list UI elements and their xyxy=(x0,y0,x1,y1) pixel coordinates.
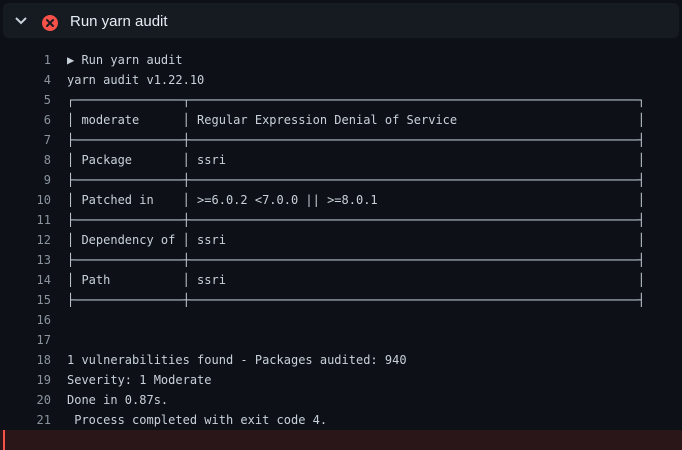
log-line: 8 │ Package │ ssri │ xyxy=(0,150,682,170)
log-line: 4 yarn audit v1.22.10 xyxy=(0,70,682,90)
log-line: 21 Process completed with exit code 4. xyxy=(0,410,682,430)
line-number[interactable]: 5 xyxy=(0,90,51,110)
log-line: 1 ▶ Run yarn audit xyxy=(0,50,682,70)
error-log-line xyxy=(0,430,682,450)
line-number[interactable]: 11 xyxy=(0,210,51,230)
log-line: 9 ├───────────────┼──────────────────────… xyxy=(0,170,682,190)
log-text: ├───────────────┼───────────────────────… xyxy=(67,173,645,187)
line-number[interactable]: 16 xyxy=(0,310,51,330)
log-text: ├───────────────┼───────────────────────… xyxy=(67,133,645,147)
log-text: │ Path │ ssri │ xyxy=(67,273,645,287)
line-number[interactable]: 15 xyxy=(0,290,51,310)
log-text: Process completed with exit code 4. xyxy=(67,413,328,427)
line-number[interactable]: 19 xyxy=(0,370,51,390)
line-number[interactable]: 7 xyxy=(0,130,51,150)
line-number[interactable]: 13 xyxy=(0,250,51,270)
log-text: Severity: 1 Moderate xyxy=(67,373,212,387)
line-number[interactable]: 1 xyxy=(0,50,51,70)
log-text: ┌───────────────┬───────────────────────… xyxy=(67,93,645,107)
log-line: 18 1 vulnerabilities found - Packages aud… xyxy=(0,350,682,370)
line-number[interactable]: 17 xyxy=(0,330,51,350)
log-text: │ Package │ ssri │ xyxy=(67,153,645,167)
log-line: 15 ├───────────────┼─────────────────────… xyxy=(0,290,682,310)
log-line: 20 Done in 0.87s. xyxy=(0,390,682,410)
line-number[interactable]: 8 xyxy=(0,150,51,170)
log-text: Done in 0.87s. xyxy=(67,393,169,407)
log-line: 5 ┌───────────────┬──────────────────────… xyxy=(0,90,682,110)
log-line: 6 │ moderate │ Regular Expression Denial … xyxy=(0,110,682,130)
line-number[interactable]: 9 xyxy=(0,170,51,190)
log-text: yarn audit v1.22.10 xyxy=(67,73,205,87)
log-line: 17 xyxy=(0,330,682,350)
log-line: 10 │ Patched in │ >=6.0.2 <7.0.0 || >=8.0… xyxy=(0,190,682,210)
log-text: ├───────────────┼───────────────────────… xyxy=(67,213,645,227)
line-number[interactable]: 4 xyxy=(0,70,51,90)
log-text: │ moderate │ Regular Expression Denial o… xyxy=(67,113,645,127)
line-number[interactable]: 12 xyxy=(0,230,51,250)
x-circle-icon xyxy=(42,15,58,31)
line-number[interactable]: 20 xyxy=(0,390,51,410)
log-output: 1 ▶ Run yarn audit 4 yarn audit v1.22.10 5… xyxy=(0,50,682,450)
step-title: Run yarn audit xyxy=(70,13,168,30)
log-line: 14 │ Path │ ssri │ xyxy=(0,270,682,290)
log-text: │ Patched in │ >=6.0.2 <7.0.0 || >=8.0.1… xyxy=(67,193,645,207)
log-line: 16 xyxy=(0,310,682,330)
log-line: 13 ├───────────────┼─────────────────────… xyxy=(0,250,682,270)
log-text[interactable]: ▶ Run yarn audit xyxy=(67,50,183,70)
log-line: 12 │ Dependency of │ ssri │ xyxy=(0,230,682,250)
log-line: 11 ├───────────────┼─────────────────────… xyxy=(0,210,682,230)
line-number[interactable]: 6 xyxy=(0,110,51,130)
line-number[interactable]: 21 xyxy=(0,410,51,430)
log-line: 7 ├───────────────┼──────────────────────… xyxy=(0,130,682,150)
log-text: ├───────────────┼───────────────────────… xyxy=(67,253,645,267)
log-line: 19 Severity: 1 Moderate xyxy=(0,370,682,390)
line-number[interactable]: 10 xyxy=(0,190,51,210)
line-number[interactable]: 14 xyxy=(0,270,51,290)
step-header[interactable]: Run yarn audit xyxy=(3,3,679,38)
chevron-down-icon[interactable] xyxy=(15,16,27,26)
line-number[interactable]: 18 xyxy=(0,350,51,370)
log-text: ├───────────────┼───────────────────────… xyxy=(67,293,645,307)
log-text: 1 vulnerabilities found - Packages audit… xyxy=(67,353,407,367)
log-text: │ Dependency of │ ssri │ xyxy=(67,233,645,247)
